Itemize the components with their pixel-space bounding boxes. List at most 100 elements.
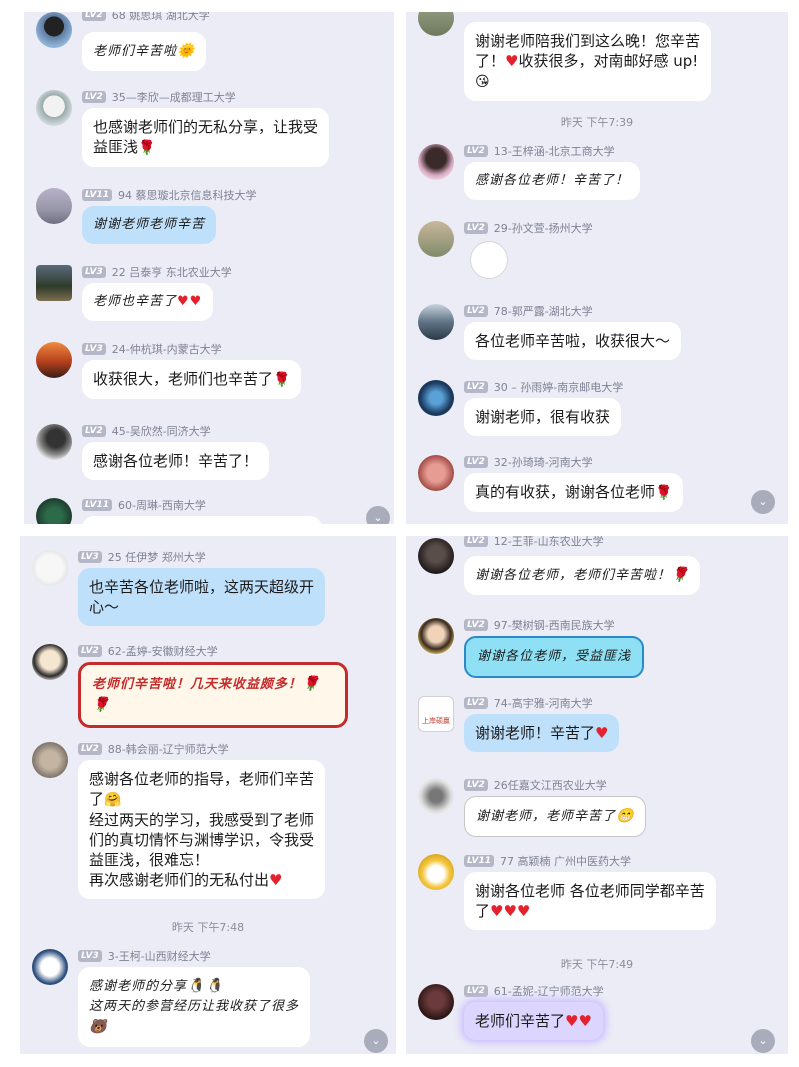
message-bubble[interactable]: 感谢老师的分享🐧🐧 这两天的参营经历让我收获了很多 🐻: [78, 967, 311, 1047]
avatar[interactable]: [418, 984, 454, 1020]
heart-icon: ♥: [595, 724, 609, 742]
level-badge: LV2: [82, 425, 106, 437]
sender-name: 88-韩会丽-辽宁师范大学: [107, 743, 229, 756]
message-bubble[interactable]: 也辛苦各位老师啦，这两天超级开 心～: [78, 568, 326, 626]
message-text: 真的有收获，谢谢各位老师: [475, 483, 656, 501]
message-bubble[interactable]: 谢谢各位老师，老师们辛苦啦！🌹: [464, 556, 701, 595]
message-bubble[interactable]: 感谢各位老师！辛苦了！: [464, 162, 641, 200]
heart-icon: ♥: [505, 52, 519, 70]
level-badge: LV3: [78, 950, 102, 962]
message-bubble[interactable]: 感谢各位老师！辛苦了！: [82, 442, 270, 480]
level-badge: LV3: [82, 343, 106, 355]
level-badge: LV2: [464, 305, 488, 317]
message-bubble[interactable]: 谢谢老师！辛苦了♥: [464, 714, 620, 752]
message-bubble[interactable]: 谢谢老师陪我们到这么晚！您辛苦 了！♥收获很多，对南邮好感 up! 😘: [464, 22, 712, 101]
heart-icon: ♥: [516, 902, 531, 920]
message-text: 各位老师辛苦啦，收获很大～: [475, 332, 671, 350]
rose-icon: 🌹: [138, 140, 156, 156]
message-text: 也感谢老师们的无私分享，让我受 益匪浅: [93, 118, 319, 156]
message-bubble[interactable]: 感谢各位老师的指导，老师们辛苦 了🤗 经过两天的学习，我感受到了老师 们的真切情怀…: [78, 760, 326, 899]
sender-name: 68 姚思琪 湖北大学: [111, 12, 210, 22]
avatar[interactable]: [36, 498, 72, 524]
message-bubble[interactable]: 谢谢各位老师 各位老师同学都辛苦 了♥♥♥: [464, 872, 716, 930]
avatar[interactable]: [32, 949, 68, 985]
message-text: 感谢老师的分享: [89, 979, 188, 994]
avatar[interactable]: [36, 90, 72, 126]
message-bubble[interactable]: 谢谢老师老师辛苦: [82, 206, 217, 244]
avatar[interactable]: [418, 12, 454, 36]
chevron-down-icon: ⌄: [373, 511, 383, 524]
message-bubble[interactable]: 真的有收获，谢谢各位老师🌹: [464, 473, 684, 512]
avatar[interactable]: [418, 144, 454, 180]
avatar[interactable]: [32, 644, 68, 680]
level-badge: LV2: [464, 222, 488, 234]
sender-name: 26任嘉文江西农业大学: [493, 779, 607, 792]
message-text: 老师们辛苦啦: [93, 44, 178, 59]
message-text: 谢谢老师，很有收获: [475, 408, 611, 426]
avatar[interactable]: [418, 221, 454, 257]
avatar[interactable]: [36, 188, 72, 224]
scroll-down-button[interactable]: ⌄: [751, 1029, 775, 1053]
hug-emoji-icon: 🤗: [104, 792, 122, 808]
avatar[interactable]: [418, 380, 454, 416]
level-badge: LV2: [82, 91, 106, 103]
sender-name: 29-孙文萱-扬州大学: [493, 222, 593, 235]
avatar[interactable]: [36, 12, 72, 48]
sender-name: 22 吕泰亨 东北农业大学: [111, 266, 232, 279]
message-bubble[interactable]: 老师们辛苦啦！几天来收益颇多！🌹 🌹: [78, 662, 348, 728]
avatar[interactable]: [418, 304, 454, 340]
heart-icon: ♥: [189, 294, 203, 309]
message-bubble[interactable]: 各位老师辛苦啦，收获很大～: [464, 322, 682, 360]
avatar[interactable]: [418, 455, 454, 491]
heart-icon: ♥: [490, 902, 504, 920]
avatar[interactable]: [418, 618, 454, 654]
message-bubble[interactable]: 也感谢老师们的无私分享，让我受 益匪浅🌹: [82, 108, 330, 167]
message-bubble[interactable]: [82, 516, 322, 524]
scroll-down-button[interactable]: ⌄: [364, 1029, 388, 1053]
message-bubble[interactable]: 谢谢老师，老师辛苦了😁: [464, 796, 647, 837]
message-bubble[interactable]: 谢谢各位老师，受益匪浅: [464, 636, 645, 678]
level-badge: LV11: [464, 855, 494, 867]
scroll-down-button[interactable]: ⌄: [366, 506, 390, 524]
scroll-down-button[interactable]: ⌄: [751, 490, 775, 514]
level-badge: LV2: [464, 456, 488, 468]
message-bubble[interactable]: 老师也辛苦了♥♥: [82, 283, 214, 321]
avatar[interactable]: [418, 538, 454, 574]
message-bubble[interactable]: 老师们辛苦了♥♥: [464, 1002, 603, 1040]
avatar[interactable]: [36, 265, 72, 301]
level-badge: LV2: [464, 985, 488, 997]
level-badge: LV3: [78, 551, 102, 563]
avatar[interactable]: [36, 342, 72, 378]
message-bubble[interactable]: 老师们辛苦啦🌞: [82, 32, 207, 71]
message-text: 感谢各位老师！辛苦了！: [475, 173, 630, 188]
kiss-emoji-icon: 😘: [475, 74, 490, 90]
message-text: 也辛苦各位老师啦，这两天超级开 心～: [89, 578, 315, 616]
avatar[interactable]: [418, 778, 454, 814]
message-text-continued: 经过两天的学习，我感受到了老师 们的真切情怀与渊博学识，令我受 益匪浅，很难忘！: [89, 811, 315, 869]
sender-name: 25 任伊梦 郑州大学: [107, 551, 206, 564]
avatar[interactable]: [36, 424, 72, 460]
level-badge: LV2: [78, 645, 102, 657]
avatar[interactable]: [418, 854, 454, 890]
sender-name: 62-孟婷-安徽财经大学: [107, 645, 218, 658]
sender-name: 61-孟妮-辽宁师范大学: [493, 985, 604, 998]
chevron-down-icon: ⌄: [758, 495, 768, 508]
chevron-down-icon: ⌄: [758, 1034, 768, 1047]
heart-icon: ♥: [578, 1012, 592, 1030]
rose-icon: 🌹: [92, 697, 111, 713]
heart-icon: ♥: [269, 871, 283, 889]
message-text-continued: 收获很多，对南邮好感 up!: [518, 52, 699, 70]
penguin-emoji-icon: 🐧🐧: [187, 978, 224, 994]
avatar[interactable]: [32, 550, 68, 586]
avatar[interactable]: 上岸硕赢: [418, 696, 454, 732]
bear-emoji-icon: 🐻: [89, 1019, 108, 1035]
crying-face-sticker[interactable]: [470, 241, 508, 279]
level-badge: LV2: [82, 12, 106, 21]
sender-name: 45-吴欣然-同济大学: [111, 425, 211, 438]
sender-name: 12-王菲-山东农业大学: [493, 536, 604, 548]
level-badge: LV11: [82, 189, 112, 201]
avatar[interactable]: [32, 742, 68, 778]
message-text: 收获很大，老师们也辛苦了: [93, 370, 274, 388]
message-bubble[interactable]: 收获很大，老师们也辛苦了🌹: [82, 360, 302, 399]
message-bubble[interactable]: 谢谢老师，很有收获: [464, 398, 622, 436]
